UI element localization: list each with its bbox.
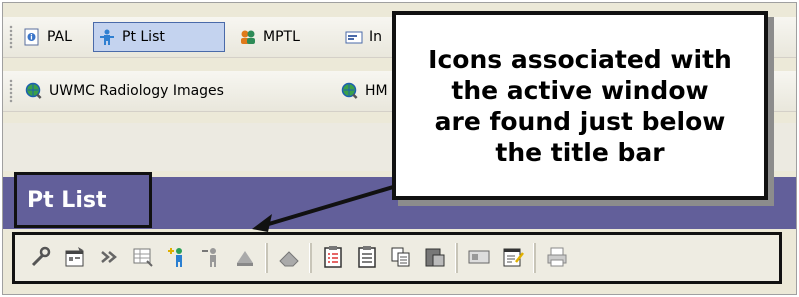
callout-line-4: the title bar [495,137,665,167]
annotation-callout: Icons associated with the active window … [392,11,768,200]
callout-line-2: the active window [451,75,709,105]
callout-line-3: are found just below [434,106,726,136]
callout-line-1: Icons associated with [428,44,732,74]
